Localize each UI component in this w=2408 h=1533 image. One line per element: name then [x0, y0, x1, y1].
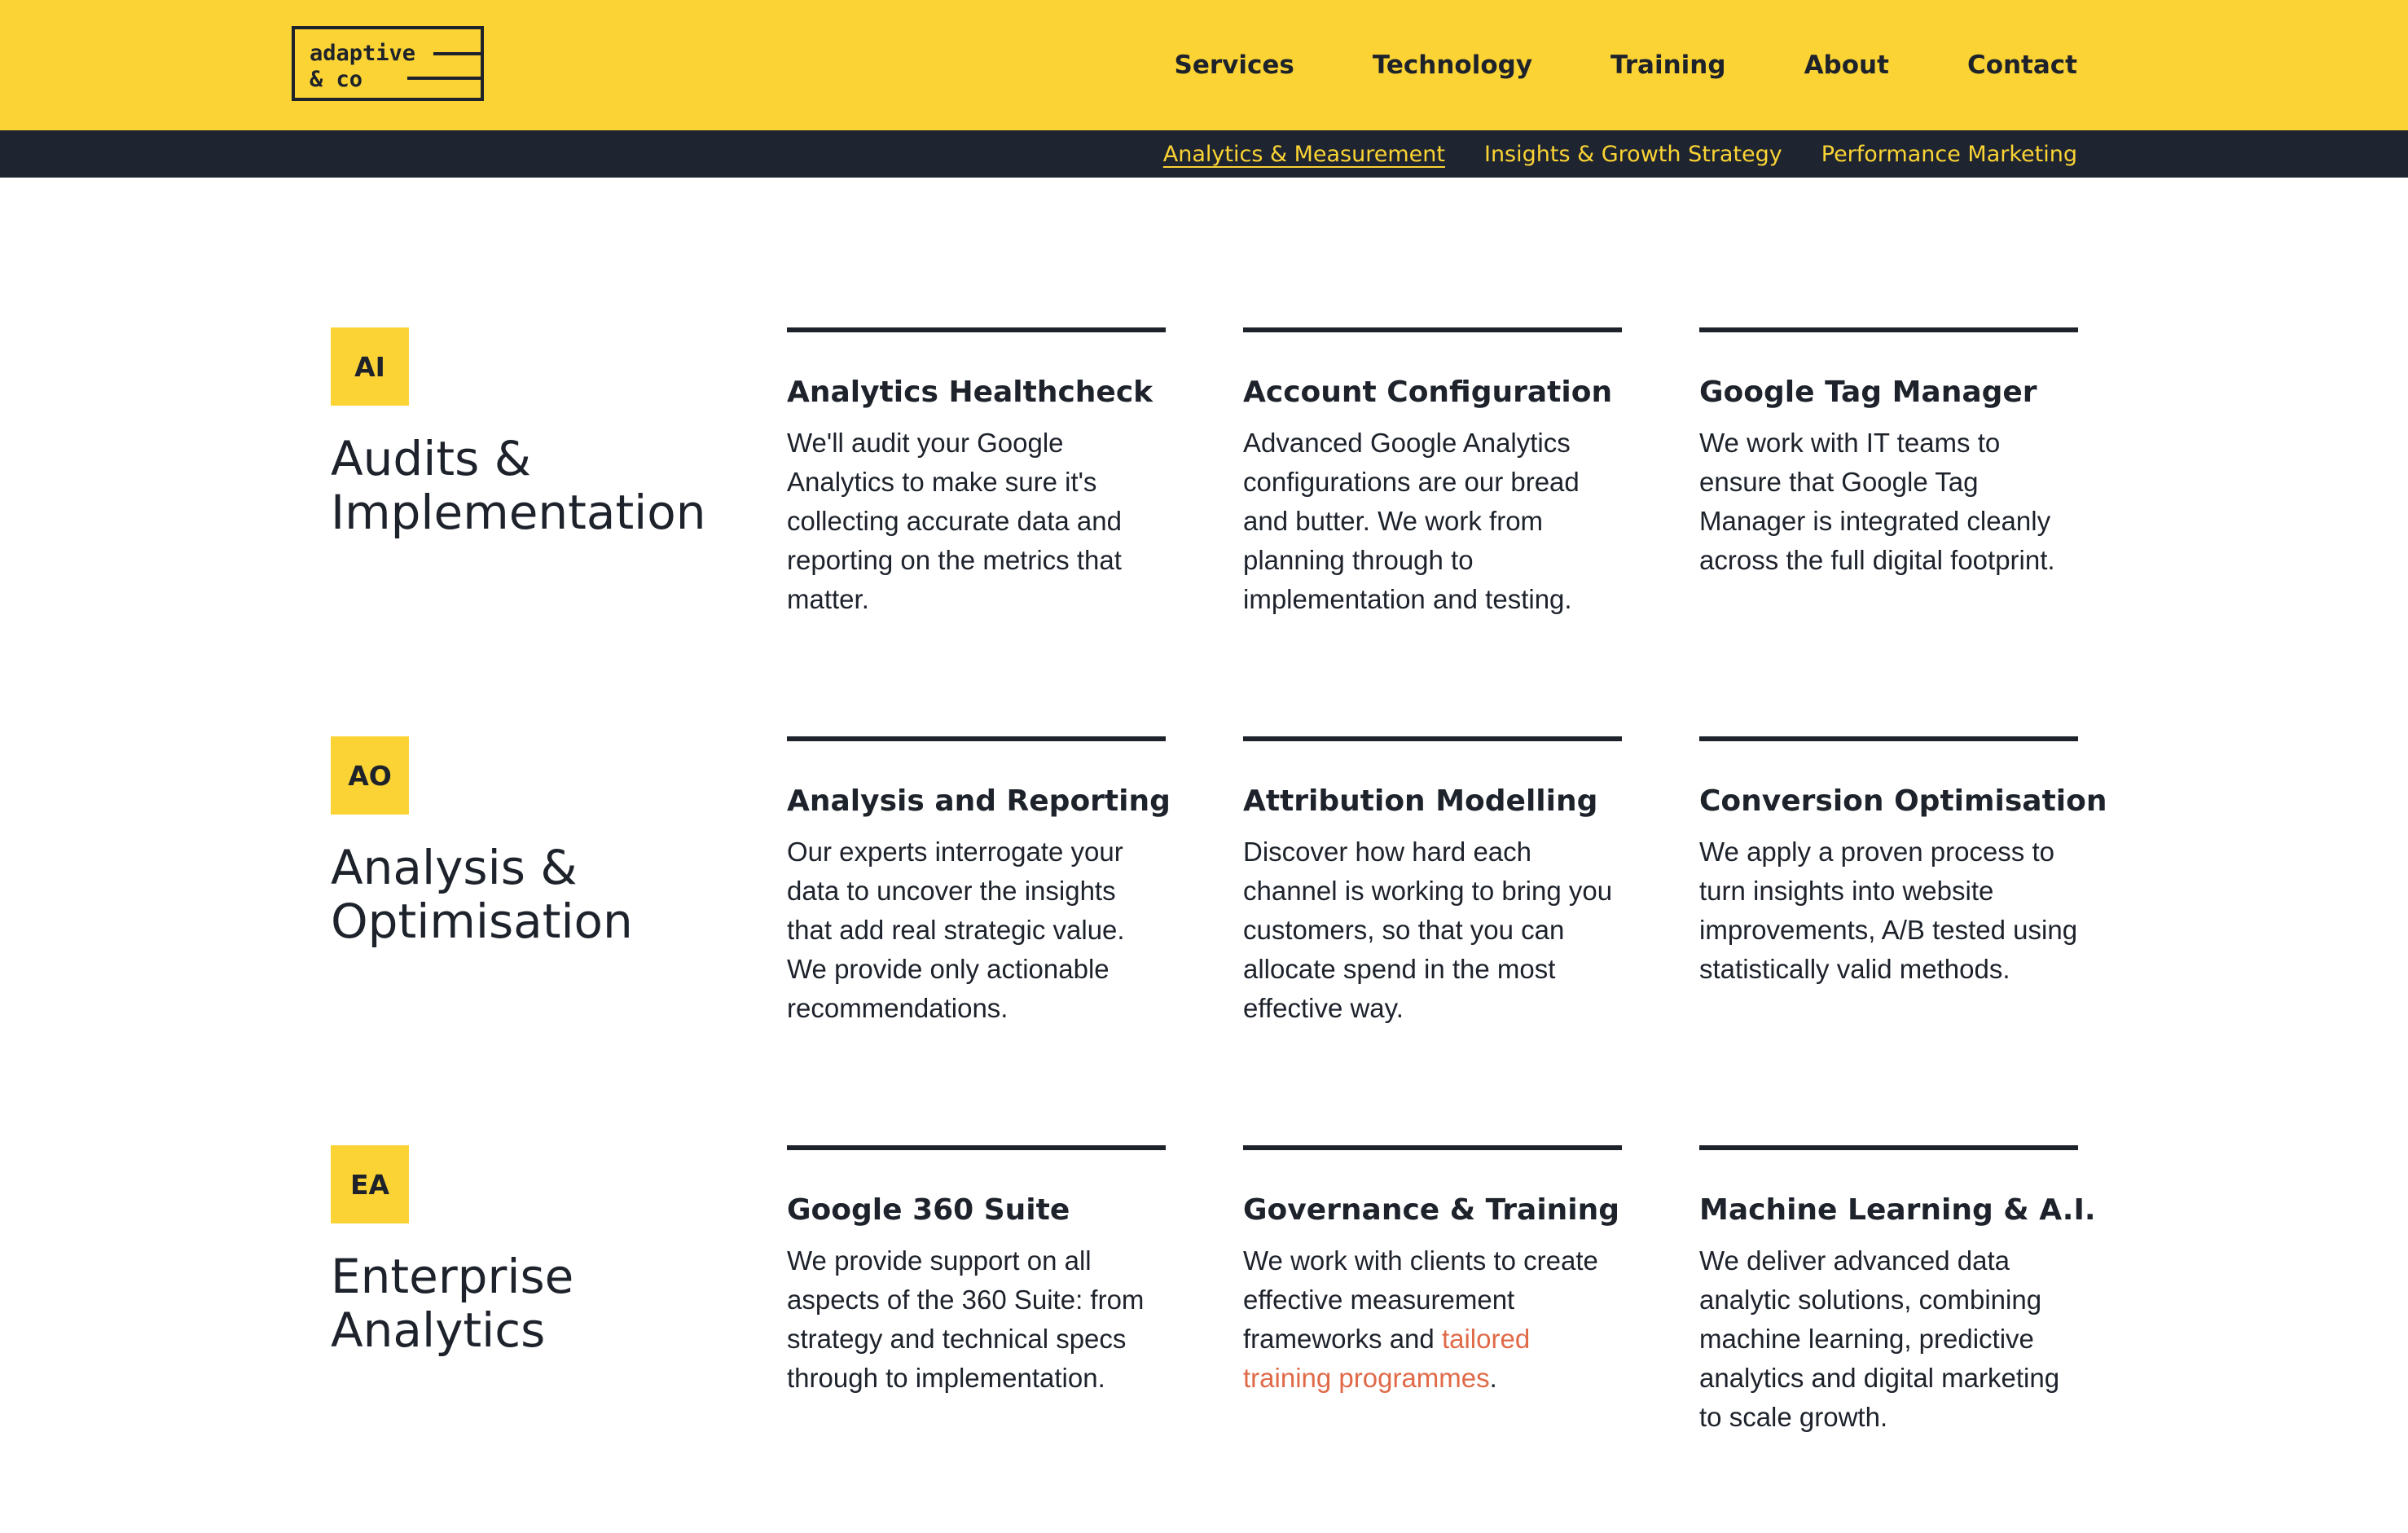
card-title: Analysis and Reporting: [787, 784, 1171, 818]
service-card: Attribution Modelling Discover how hard …: [1243, 736, 1622, 1028]
site-header: adaptive & co Services Technology Traini…: [0, 0, 2408, 130]
subnav-analytics-measurement[interactable]: Analytics & Measurement: [1163, 142, 1445, 167]
sub-nav-items: Analytics & Measurement Insights & Growt…: [1163, 130, 2077, 178]
service-card: Machine Learning & A.I. We deliver advan…: [1699, 1145, 2096, 1437]
card-body: We apply a proven process to turn insigh…: [1699, 837, 2078, 984]
card-body-end: .: [1489, 1363, 1497, 1393]
card-title: Account Configuration: [1243, 376, 1613, 409]
section-badge: AO: [331, 736, 409, 815]
section-title: Audits & Implementation: [331, 431, 706, 540]
section-analysis: AO Analysis & Optimisation Analysis and …: [0, 736, 2408, 1103]
card-title: Attribution Modelling: [1243, 784, 1598, 818]
card-body: Our experts interrogate your data to unc…: [787, 837, 1125, 1023]
card-title: Analytics Healthcheck: [787, 376, 1153, 409]
section-title: Enterprise Analytics: [331, 1249, 574, 1358]
section-audits: AI Audits & Implementation Analytics Hea…: [0, 327, 2408, 694]
section-title: Analysis & Optimisation: [331, 840, 633, 949]
logo-line2: & co: [310, 67, 363, 92]
sub-nav: Analytics & Measurement Insights & Growt…: [0, 130, 2408, 178]
main-nav: Services Technology Training About Conta…: [1175, 0, 2077, 130]
card-title: Machine Learning & A.I.: [1699, 1193, 2096, 1227]
subnav-insights-growth[interactable]: Insights & Growth Strategy: [1484, 142, 1782, 167]
card-title: Conversion Optimisation: [1699, 784, 2107, 818]
service-card: Governance & Training We work with clien…: [1243, 1145, 1622, 1398]
card-body: We deliver advanced data analytic soluti…: [1699, 1245, 2060, 1432]
logo-rule-bottom: [407, 77, 484, 80]
card-body: Advanced Google Analytics configurations…: [1243, 428, 1580, 614]
card-title: Google 360 Suite: [787, 1193, 1070, 1227]
nav-technology[interactable]: Technology: [1373, 51, 1532, 80]
logo-line1: adaptive: [310, 41, 416, 66]
section-badge: EA: [331, 1145, 409, 1223]
card-body: We work with IT teams to ensure that Goo…: [1699, 428, 2055, 575]
card-body-text: We work with clients to create effective…: [1243, 1245, 1598, 1354]
service-card: Google 360 Suite We provide support on a…: [787, 1145, 1166, 1398]
logo-rule-top: [433, 52, 484, 55]
service-card: Conversion Optimisation We apply a prove…: [1699, 736, 2107, 989]
subnav-performance-marketing[interactable]: Performance Marketing: [1821, 142, 2077, 167]
card-body: Discover how hard each channel is workin…: [1243, 837, 1613, 1023]
card-body: We'll audit your Google Analytics to mak…: [787, 428, 1122, 614]
logo-text: adaptive & co: [310, 41, 432, 93]
service-card: Google Tag Manager We work with IT teams…: [1699, 327, 2078, 580]
card-body: We provide support on all aspects of the…: [787, 1245, 1145, 1393]
logo[interactable]: adaptive & co: [292, 26, 484, 101]
card-title: Governance & Training: [1243, 1193, 1620, 1227]
service-card: Account Configuration Advanced Google An…: [1243, 327, 1622, 619]
card-body: We work with clients to create effective…: [1243, 1241, 1622, 1398]
service-card: Analytics Healthcheck We'll audit your G…: [787, 327, 1166, 619]
nav-training[interactable]: Training: [1610, 51, 1726, 80]
card-title: Google Tag Manager: [1699, 376, 2037, 409]
section-enterprise: EA Enterprise Analytics Google 360 Suite…: [0, 1145, 2408, 1512]
section-badge: AI: [331, 327, 409, 406]
service-card: Analysis and Reporting Our experts inter…: [787, 736, 1171, 1028]
nav-contact[interactable]: Contact: [1967, 51, 2077, 80]
nav-services[interactable]: Services: [1175, 51, 1294, 80]
nav-about[interactable]: About: [1804, 51, 1889, 80]
